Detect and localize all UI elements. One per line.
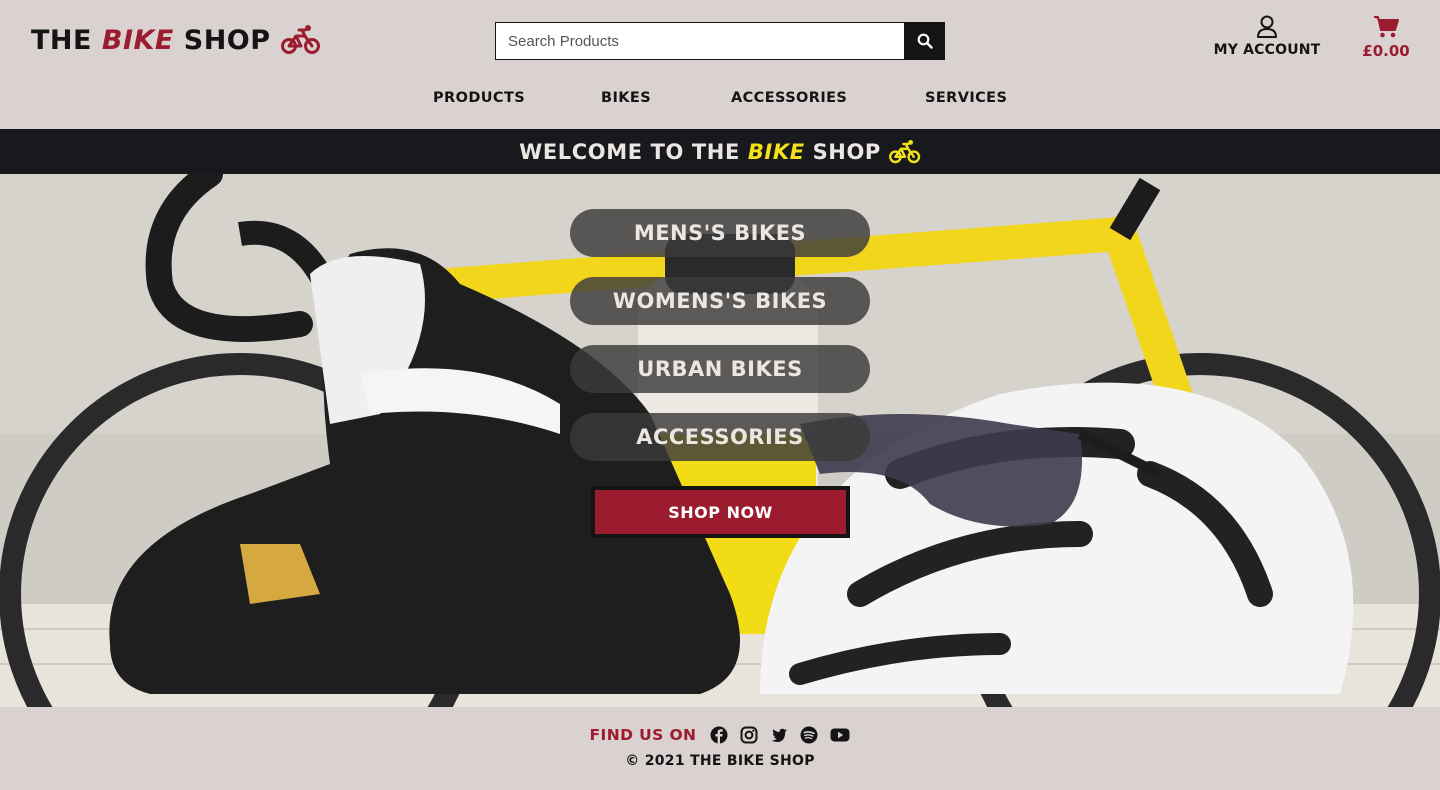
search-icon xyxy=(917,33,933,49)
bicycle-icon xyxy=(280,24,321,56)
shopping-cart-icon xyxy=(1374,16,1399,38)
instagram-icon[interactable] xyxy=(740,726,758,744)
my-account-link[interactable]: MY ACCOUNT xyxy=(1208,15,1326,58)
copyright-text: © 2021 THE BIKE SHOP xyxy=(625,753,815,769)
spotify-icon[interactable] xyxy=(800,726,818,744)
brand-logo[interactable]: THE BIKE SHOP xyxy=(31,20,321,60)
welcome-banner: WELCOME TO THE BIKE SHOP xyxy=(0,129,1440,174)
search-button[interactable] xyxy=(904,22,945,60)
shopping-cart-link[interactable]: £0.00 xyxy=(1356,15,1416,60)
site-header: THE BIKE SHOP MY ACCOUNT xyxy=(0,0,1440,129)
category-mens-bikes-button[interactable]: MENS'S BIKES xyxy=(570,209,870,257)
youtube-icon[interactable] xyxy=(830,726,850,744)
search-bar xyxy=(495,22,945,60)
site-footer: FIND US ON © 2021 THE BIKE SHOP xyxy=(0,707,1440,790)
social-links: FIND US ON xyxy=(0,726,1440,744)
twitter-icon[interactable] xyxy=(770,726,788,744)
cart-total: £0.00 xyxy=(1362,42,1410,60)
nav-item-bikes[interactable]: BIKES xyxy=(601,90,651,106)
main-nav: PRODUCTS BIKES ACCESSORIES SERVICES xyxy=(0,90,1440,112)
category-accessories-button[interactable]: ACCESSORIES xyxy=(570,413,870,461)
my-account-label: MY ACCOUNT xyxy=(1213,42,1321,58)
hero-section: MENS'S BIKES WOMENS'S BIKES URBAN BIKES … xyxy=(0,174,1440,707)
user-icon xyxy=(1257,15,1277,38)
shop-now-label: SHOP NOW xyxy=(595,490,846,534)
shop-now-button[interactable]: SHOP NOW xyxy=(591,486,850,538)
nav-item-products[interactable]: PRODUCTS xyxy=(433,90,525,106)
bicycle-icon xyxy=(888,139,921,163)
facebook-icon[interactable] xyxy=(710,726,728,744)
category-urban-bikes-button[interactable]: URBAN BIKES xyxy=(570,345,870,393)
nav-item-accessories[interactable]: ACCESSORIES xyxy=(731,90,847,106)
find-us-label: FIND US ON xyxy=(589,726,697,744)
welcome-heading: WELCOME TO THE BIKE SHOP xyxy=(519,139,881,164)
brand-name: THE BIKE SHOP xyxy=(31,24,271,56)
nav-item-services[interactable]: SERVICES xyxy=(925,90,1007,106)
category-womens-bikes-button[interactable]: WOMENS'S BIKES xyxy=(570,277,870,325)
search-input[interactable] xyxy=(495,22,904,60)
